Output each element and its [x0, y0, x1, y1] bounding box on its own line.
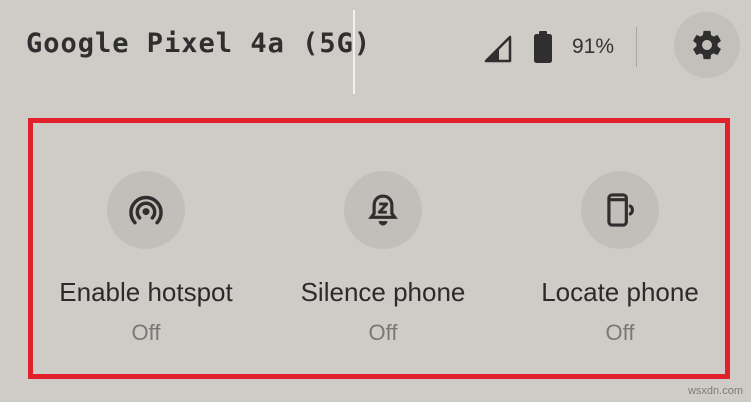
hotspot-icon	[129, 195, 163, 225]
locate-phone-icon	[607, 193, 634, 227]
tile-label: Silence phone	[300, 277, 466, 307]
device-name: Google Pixel 4a (5G)	[26, 28, 372, 59]
silent-bell-icon	[368, 194, 398, 226]
signal-strength-icon	[484, 35, 512, 63]
tile-silence-phone[interactable]: Silence phone Off	[263, 171, 503, 351]
tile-label: Locate phone	[541, 277, 699, 307]
settings-button[interactable]	[674, 12, 740, 78]
tile-label: Enable hotspot	[59, 277, 233, 307]
gear-icon	[693, 30, 721, 60]
hotspot-toggle[interactable]	[107, 171, 185, 249]
tile-enable-hotspot[interactable]: Enable hotspot Off	[26, 171, 266, 351]
status-header: Google Pixel 4a (5G) 91%	[0, 0, 751, 96]
tile-state: Off	[368, 320, 398, 345]
battery-icon	[534, 31, 552, 63]
tile-state: Off	[605, 320, 635, 345]
tile-locate-phone[interactable]: Locate phone Off	[500, 171, 740, 351]
locate-toggle[interactable]	[581, 171, 659, 249]
silence-toggle[interactable]	[344, 171, 422, 249]
status-divider	[636, 27, 637, 67]
tile-state: Off	[131, 320, 161, 345]
battery-percentage: 91%	[572, 35, 615, 58]
header-divider	[353, 10, 355, 94]
watermark: wsxdn.com	[687, 385, 743, 397]
